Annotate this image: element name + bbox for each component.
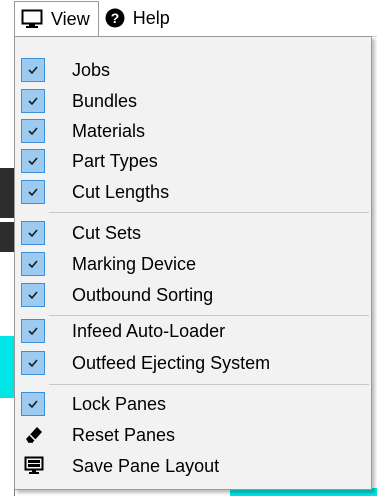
checkmark-icon	[21, 351, 45, 375]
menu-item-label: Materials	[72, 120, 146, 141]
menu-item-label: Outbound Sorting	[72, 284, 214, 305]
checkmark-icon	[21, 221, 45, 245]
menu-item-save-pane-layout[interactable]: Save Pane Layout	[15, 450, 371, 482]
checkmark-icon	[21, 392, 45, 416]
menu-item-label: Cut Sets	[72, 222, 142, 243]
menu-item-label: Cut Lengths	[72, 181, 170, 202]
svg-text:?: ?	[110, 10, 119, 26]
menu-separator	[49, 384, 369, 385]
eraser-icon	[22, 423, 46, 447]
menubar: View ? Help	[14, 0, 377, 37]
menu-item-label: Marking Device	[72, 253, 197, 274]
menu-separator	[49, 212, 369, 213]
menu-view-label: View	[51, 8, 90, 29]
menu-item-label: Infeed Auto-Loader	[72, 320, 226, 341]
menu-item-marking-device[interactable]: Marking Device	[15, 248, 371, 280]
app-background-dark-block	[0, 168, 14, 218]
menu-item-label: Part Types	[72, 150, 158, 171]
app-background-cyan-block	[0, 336, 14, 398]
menu-item-jobs[interactable]: Jobs	[15, 54, 371, 86]
checkmark-icon	[21, 180, 45, 204]
menu-item-outbound-sorting[interactable]: Outbound Sorting	[15, 279, 371, 311]
menu-item-label: Jobs	[72, 59, 111, 80]
menu-item-label: Outfeed Ejecting System	[72, 352, 271, 373]
checkmark-icon	[21, 252, 45, 276]
menu-item-cut-lengths[interactable]: Cut Lengths	[15, 176, 371, 208]
help-icon: ?	[105, 8, 125, 28]
checkmark-icon	[21, 319, 45, 343]
menu-view[interactable]: View	[14, 0, 99, 37]
menu-item-lock-panes[interactable]: Lock Panes	[15, 388, 371, 420]
checkmark-icon	[21, 58, 45, 82]
view-dropdown-menu: Jobs Bundles Materials Part Types Cut Le…	[14, 36, 372, 490]
menu-item-infeed-auto-loader[interactable]: Infeed Auto-Loader	[15, 315, 371, 347]
checkmark-icon	[21, 283, 45, 307]
checkmark-icon	[21, 149, 45, 173]
menu-help[interactable]: ? Help	[99, 1, 178, 35]
menu-item-label: Save Pane Layout	[72, 455, 220, 476]
monitor-icon	[21, 9, 43, 29]
menu-item-bundles[interactable]: Bundles	[15, 85, 371, 117]
menu-item-part-types[interactable]: Part Types	[15, 145, 371, 177]
menu-item-label: Lock Panes	[72, 393, 167, 414]
menu-item-materials[interactable]: Materials	[15, 115, 371, 147]
checkmark-icon	[21, 119, 45, 143]
menu-item-outfeed-ejecting-system[interactable]: Outfeed Ejecting System	[15, 347, 371, 379]
menu-item-cut-sets[interactable]: Cut Sets	[15, 217, 371, 249]
monitor-save-icon	[22, 454, 46, 478]
menu-help-label: Help	[132, 7, 170, 28]
menu-item-reset-panes[interactable]: Reset Panes	[15, 419, 371, 451]
app-background-dark-block	[0, 222, 14, 252]
checkmark-icon	[21, 89, 45, 113]
menu-item-label: Reset Panes	[72, 424, 176, 445]
menu-item-label: Bundles	[72, 90, 138, 111]
